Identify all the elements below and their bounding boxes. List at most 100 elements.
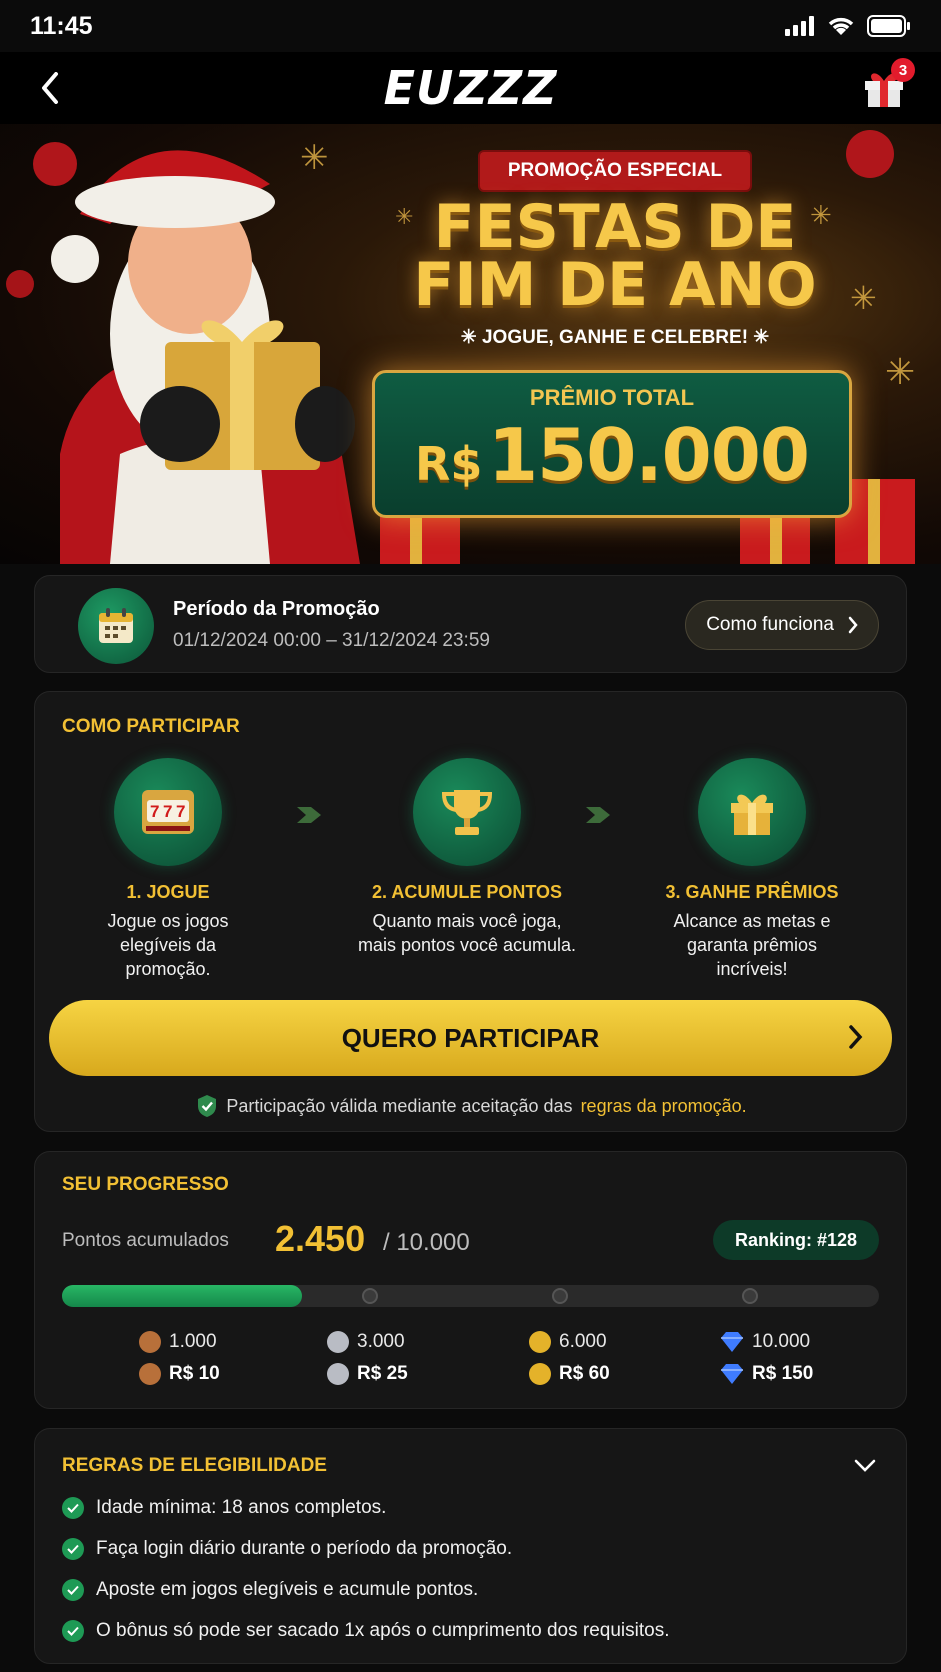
- step-win: 3. GANHE PRÊMIOS Alcance as metas e gara…: [632, 758, 872, 981]
- tier-reward: R$ 10: [169, 1363, 220, 1384]
- hero-title-block: PROMOÇÃO ESPECIAL FESTAS DE FIM DE ANO ✳…: [380, 152, 850, 349]
- tier-silver: 3.000 R$ 25: [327, 1326, 487, 1390]
- step-description: Jogue os jogos elegíveis da promoção.: [107, 911, 229, 979]
- step-icon-circle: [698, 758, 806, 866]
- participate-button[interactable]: QUERO PARTICIPAR: [49, 1000, 892, 1076]
- prize-currency: R$: [415, 437, 483, 491]
- status-time: 11:45: [30, 11, 93, 40]
- promo-tag: PROMOÇÃO ESPECIAL: [479, 152, 751, 190]
- progress-track: [62, 1285, 879, 1307]
- hero-title-line2: FIM DE ANO: [413, 250, 817, 320]
- how-it-works-button[interactable]: Como funciona: [685, 600, 879, 650]
- svg-text:✳: ✳: [885, 351, 915, 392]
- participation-note: Participação válida mediante aceitação d…: [35, 1094, 908, 1118]
- step-title: 3. GANHE PRÊMIOS: [665, 882, 839, 902]
- rules-title: REGRAS DE ELEGIBILIDADE: [62, 1455, 327, 1476]
- slot-machine-icon: 777: [142, 790, 194, 834]
- check-icon: [62, 1579, 84, 1601]
- participate-button-label: QUERO PARTICIPAR: [341, 1022, 600, 1053]
- rule-text: Faça login diário durante o período da p…: [96, 1538, 513, 1559]
- notification-badge: 3: [891, 58, 915, 82]
- prize-panel: PRÊMIO TOTAL R$ 150.000: [372, 370, 852, 518]
- calendar-icon: [99, 608, 133, 643]
- silver-medal-icon: [327, 1331, 349, 1353]
- step-description: Quanto mais você joga, mais pontos você …: [357, 911, 577, 955]
- how-it-works-label: Como funciona: [706, 614, 834, 635]
- rule-text: Idade mínima: 18 anos completos.: [96, 1497, 387, 1518]
- step-icon-circle: [413, 758, 521, 866]
- gold-medal-icon: [529, 1331, 551, 1353]
- step-title: 2. ACUMULE PONTOS: [371, 882, 563, 902]
- step-accumulate: 2. ACUMULE PONTOS Quanto mais você joga,…: [347, 758, 587, 957]
- step-description: Alcance as metas e garanta prêmios incrí…: [673, 911, 831, 979]
- tier-points: 10.000: [752, 1331, 811, 1352]
- milestone-dot: [552, 1288, 568, 1304]
- tier-points: 6.000: [559, 1331, 607, 1352]
- hero-banner: ✳ ✳ ✳ ✳ ✳ PROMOÇÃO ESPECIAL FESTAS DE FIM DE…: [0, 124, 941, 564]
- bronze-medal-icon: [139, 1331, 161, 1353]
- chevron-left-icon: [42, 72, 58, 104]
- progress-fill: [62, 1285, 303, 1307]
- svg-text:7: 7: [163, 802, 172, 821]
- gift-button[interactable]: 3: [861, 58, 915, 114]
- back-button[interactable]: [30, 68, 70, 108]
- status-bar: 11:45: [0, 0, 941, 52]
- svg-text:✳: ✳: [300, 139, 329, 177]
- step-title: 1. JOGUE: [126, 882, 210, 902]
- rule-text: Aposte em jogos elegíveis e acumule pont…: [96, 1579, 479, 1600]
- shield-check-icon: [198, 1095, 217, 1117]
- progress-card: SEU PROGRESSO Pontos acumulados 2.450 / …: [34, 1151, 907, 1409]
- gift-icon: [731, 794, 773, 835]
- signal-icon: [785, 16, 814, 36]
- svg-text:✳: ✳: [850, 280, 877, 316]
- tier-bronze: 1.000 R$ 10: [139, 1326, 299, 1390]
- progress-title: SEU PROGRESSO: [62, 1174, 229, 1195]
- milestone-dot: [362, 1288, 378, 1304]
- prize-amount: R$ 150.000: [375, 413, 849, 497]
- step-icon-circle: 777: [114, 758, 222, 866]
- points-value: 2.450: [275, 1218, 366, 1259]
- svg-text:7: 7: [150, 802, 159, 821]
- rules-link[interactable]: regras da promoção.: [581, 1096, 747, 1117]
- prize-label: PRÊMIO TOTAL: [529, 385, 695, 410]
- check-icon: [62, 1620, 84, 1642]
- rule-text: O bônus só pode ser sacado 1x após o cum…: [96, 1620, 670, 1641]
- bronze-medal-icon: [139, 1363, 161, 1385]
- rule-item: Aposte em jogos elegíveis e acumule pont…: [62, 1579, 478, 1601]
- battery-icon: [867, 15, 910, 37]
- period-title: Período da Promoção: [173, 598, 380, 620]
- calendar-badge: [78, 588, 154, 664]
- how-to-participate-card: COMO PARTICIPAR 777 1. JOGUE Jogue os jo…: [34, 691, 907, 1132]
- tier-points: 3.000: [357, 1331, 405, 1352]
- promotion-period-card: Período da Promoção 01/12/2024 00:00 – 3…: [34, 575, 907, 673]
- ranking-badge: Ranking: #128: [712, 1220, 879, 1260]
- tier-diamond: 10.000 R$ 150: [720, 1326, 880, 1390]
- arrow-right-icon: [297, 807, 321, 823]
- hero-tagline: ✳ JOGUE, GANHE E CELEBRE! ✳: [460, 327, 770, 348]
- wifi-icon: [828, 17, 854, 35]
- note-text: Participação válida mediante aceitação d…: [226, 1095, 573, 1116]
- tier-points: 1.000: [169, 1331, 217, 1352]
- step-play: 777 1. JOGUE Jogue os jogos elegíveis da…: [48, 758, 288, 981]
- rule-item: Idade mínima: 18 anos completos.: [62, 1497, 386, 1519]
- points-goal: / 10.000: [383, 1229, 470, 1256]
- silver-medal-icon: [327, 1363, 349, 1385]
- check-icon: [62, 1497, 84, 1519]
- tier-gold: 6.000 R$ 60: [529, 1326, 689, 1390]
- diamond-icon: [721, 1364, 743, 1384]
- top-bar: EUZZZ 3: [0, 52, 941, 124]
- svg-text:7: 7: [176, 802, 185, 821]
- app-logo: EUZZZ: [383, 61, 558, 115]
- hero-title-line1: FESTAS DE: [433, 192, 797, 262]
- rule-item: O bônus só pode ser sacado 1x após o cum…: [62, 1620, 670, 1642]
- diamond-icon: [721, 1332, 743, 1352]
- chevron-down-icon[interactable]: [854, 1459, 876, 1473]
- tier-reward: R$ 25: [357, 1363, 408, 1384]
- trophy-icon: [441, 790, 493, 835]
- participate-title: COMO PARTICIPAR: [62, 716, 240, 737]
- chevron-right-icon: [848, 616, 858, 634]
- milestone-dot: [742, 1288, 758, 1304]
- gold-medal-icon: [529, 1363, 551, 1385]
- rule-item: Faça login diário durante o período da p…: [62, 1538, 512, 1560]
- tier-reward: R$ 60: [559, 1363, 610, 1384]
